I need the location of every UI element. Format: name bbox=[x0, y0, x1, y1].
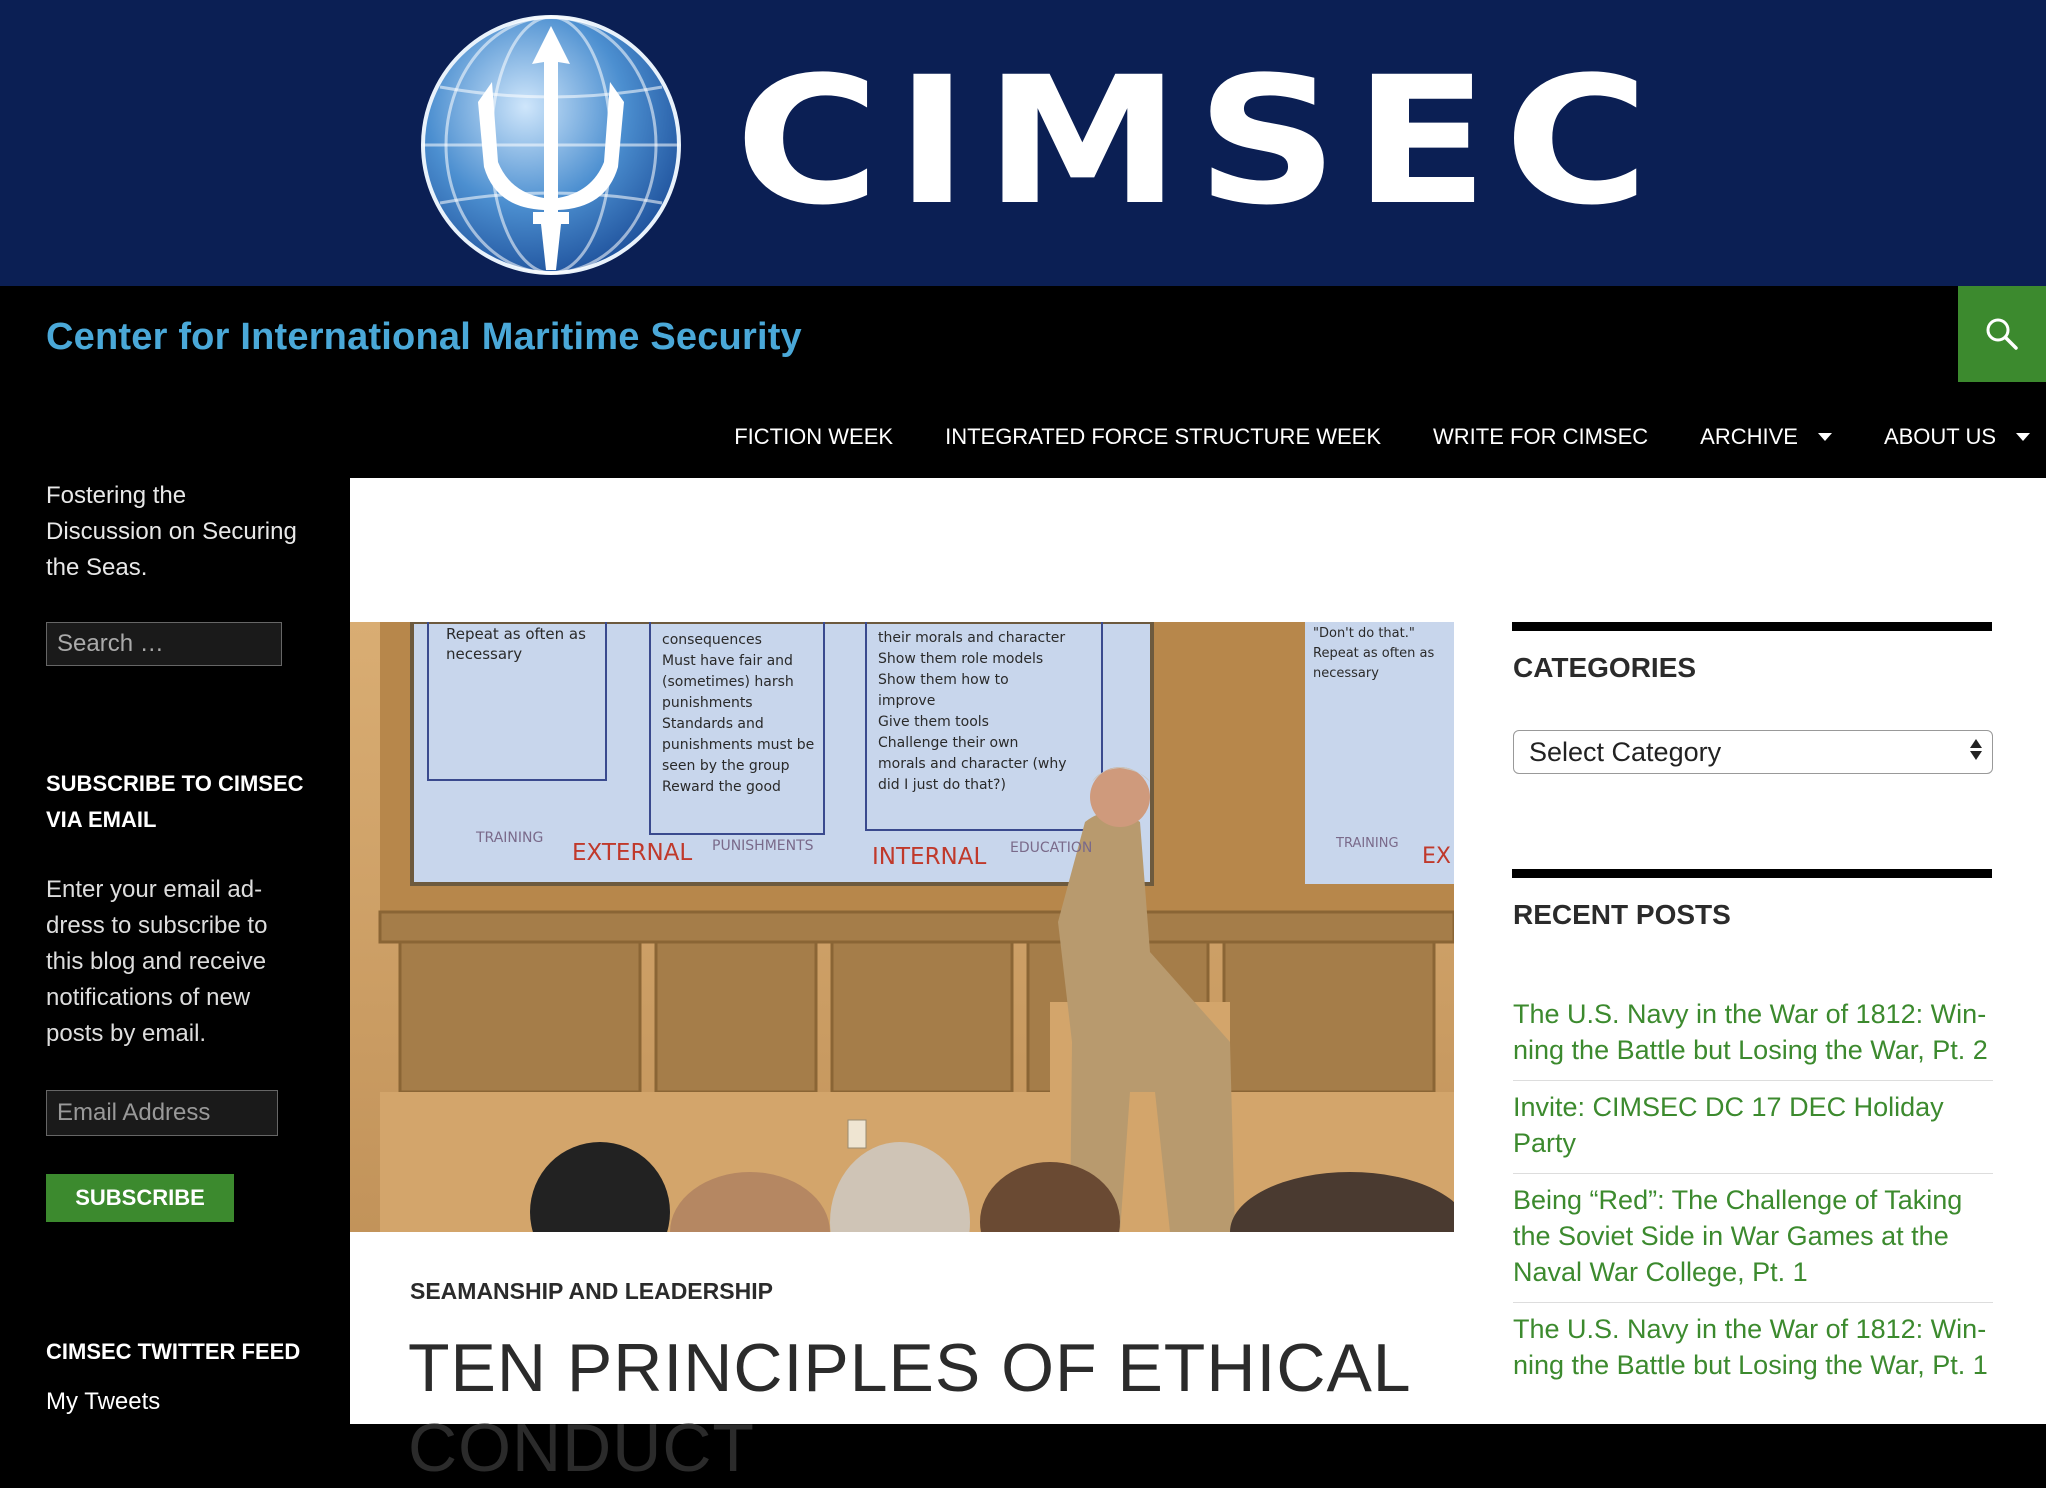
nav-item-write-for-cimsec[interactable]: WRITE FOR CIMSEC bbox=[1433, 424, 1648, 450]
chevron-down-icon bbox=[1817, 433, 1832, 441]
subscribe-button[interactable]: SUBSCRIBE bbox=[46, 1174, 234, 1222]
nav-item-archive[interactable]: ARCHIVE bbox=[1700, 424, 1832, 450]
featured-image[interactable]: Repeat as often as necessary consequence… bbox=[350, 622, 1454, 1232]
recent-posts-title: RECENT POSTS bbox=[1513, 899, 1731, 930]
category-select[interactable]: Select Category bbox=[1513, 730, 1993, 774]
slide-label-external: EXTERNAL bbox=[572, 840, 693, 866]
recent-post-link[interactable]: Invite: CIMSEC DC 17 DEC Holiday Party bbox=[1513, 1089, 1993, 1161]
right-sidebar: CATEGORIES Select Category RECENT POSTS … bbox=[1510, 478, 2046, 1424]
slide-text: (sometimes) harsh bbox=[662, 674, 794, 690]
slide-text: Give them tools bbox=[878, 714, 989, 730]
select-arrows-icon bbox=[1970, 739, 1982, 760]
slide-label-training: TRAINING bbox=[476, 830, 544, 846]
chevron-down-icon bbox=[2016, 433, 2030, 441]
recent-post-link[interactable]: The U.S. Navy in the War of 1812: Win­ni… bbox=[1513, 1311, 1993, 1383]
list-item: Invite: CIMSEC DC 17 DEC Holiday Party bbox=[1513, 1081, 1993, 1174]
masthead: Center for International Maritime Securi… bbox=[0, 286, 2046, 478]
nav-item-fiction-week[interactable]: FICTION WEEK bbox=[734, 424, 893, 450]
category-select-value: Select Category bbox=[1529, 736, 1722, 767]
slide-text: necessary bbox=[1313, 666, 1379, 681]
slide-text: Repeat as often as bbox=[446, 625, 586, 643]
primary-nav: FICTION WEEK INTEGRATED FORCE STRUCTURE … bbox=[734, 406, 2046, 468]
widget-divider bbox=[1512, 622, 1992, 631]
slide-column-3: their morals and character Show them rol… bbox=[878, 628, 1098, 796]
slide-text: "Don't do that." bbox=[1313, 626, 1415, 641]
categories-title: CATEGORIES bbox=[1513, 652, 1697, 683]
slide-text: necessary bbox=[446, 645, 523, 663]
list-item: Being “Red”: The Challenge of Taking the… bbox=[1513, 1174, 1993, 1303]
slide-text: Show them how to bbox=[878, 672, 1009, 688]
widget-divider bbox=[1512, 869, 1992, 878]
nav-item-integrated-force-structure-week[interactable]: INTEGRATED FORCE STRUCTURE WEEK bbox=[945, 424, 1381, 450]
email-field[interactable] bbox=[46, 1090, 278, 1136]
slide-column-2: consequences Must have fair and (sometim… bbox=[662, 630, 822, 798]
nav-label: INTEGRATED FORCE STRUCTURE WEEK bbox=[945, 424, 1382, 449]
slide-label-training-2: TRAINING bbox=[1336, 836, 1399, 851]
main-content: Repeat as often as necessary consequence… bbox=[350, 478, 1510, 1486]
slide-text: morals and character (why bbox=[878, 756, 1067, 772]
recent-posts-list: The U.S. Navy in the War of 1812: Win­ni… bbox=[1513, 988, 1993, 1395]
slide-text: Reward the good bbox=[662, 779, 781, 795]
slide-label-internal: INTERNAL bbox=[872, 844, 987, 870]
slide-text: punishments must be bbox=[662, 737, 815, 753]
slide-text: improve bbox=[878, 693, 936, 709]
slide-text: punishments bbox=[662, 695, 753, 711]
slide-column-4: "Don't do that." Repeat as often as nece… bbox=[1313, 624, 1453, 684]
slide-text: Standards and bbox=[662, 716, 764, 732]
search-toggle-button[interactable] bbox=[1958, 286, 2046, 382]
my-tweets-link[interactable]: My Tweets bbox=[46, 1388, 160, 1416]
slide-text: Repeat as often as bbox=[1313, 646, 1435, 661]
slide-label-education: EDUCATION bbox=[1010, 840, 1093, 856]
slide-column-1: Repeat as often as necessary bbox=[446, 624, 596, 664]
slide-text: did I just do that?) bbox=[878, 777, 1006, 793]
slide-text: consequences bbox=[662, 632, 762, 648]
recent-post-link[interactable]: The U.S. Navy in the War of 1812: Win­ni… bbox=[1513, 996, 1993, 1068]
slide-label-punishments: PUNISHMENTS bbox=[712, 838, 814, 854]
cimsec-wordmark: CIMSEC bbox=[735, 39, 1665, 244]
list-item: The U.S. Navy in the War of 1812: Win­ni… bbox=[1513, 1303, 1993, 1395]
site-title-link[interactable]: Center for International Maritime Securi… bbox=[46, 316, 802, 359]
nav-label: ABOUT US bbox=[1883, 424, 1996, 449]
slide-text: seen by the group bbox=[662, 758, 790, 774]
trident-globe-logo bbox=[421, 15, 681, 275]
list-item: The U.S. Navy in the War of 1812: Win­ni… bbox=[1513, 988, 1993, 1081]
search-input[interactable] bbox=[46, 622, 282, 666]
slide-text: their morals and character bbox=[878, 630, 1066, 646]
nav-label: WRITE FOR CIMSEC bbox=[1433, 424, 1649, 449]
search-icon bbox=[1986, 318, 2018, 350]
subscribe-description: Enter your email ad­dress to subscribe t… bbox=[46, 876, 268, 1047]
nav-label: FICTION WEEK bbox=[734, 424, 894, 449]
post-title[interactable]: TEN PRINCIPLES OF ETHICAL CONDUCT bbox=[408, 1328, 1468, 1488]
slide-text: Challenge their own bbox=[878, 735, 1019, 751]
slide-text: Must have fair and bbox=[662, 653, 793, 669]
site-tagline: Fostering the Discussion on Securing the… bbox=[46, 482, 297, 581]
twitter-widget-title: CIMSEC TWITTER FEED bbox=[46, 1339, 301, 1364]
recent-post-link[interactable]: Being “Red”: The Challenge of Taking the… bbox=[1513, 1182, 1993, 1290]
nav-label: ARCHIVE bbox=[1700, 424, 1798, 449]
left-sidebar: Fostering the Discussion on Securing the… bbox=[0, 478, 350, 1424]
slide-label-ext: EX bbox=[1422, 844, 1451, 869]
post-category-link[interactable]: SEAMANSHIP AND LEADERSHIP bbox=[410, 1278, 773, 1305]
nav-item-about-us[interactable]: ABOUT US bbox=[1884, 424, 2030, 450]
subscribe-widget-title: SUBSCRIBE TO CIMSEC VIA EMAIL bbox=[46, 771, 304, 832]
site-banner[interactable]: CIMSEC bbox=[0, 0, 2046, 286]
slide-text: Show them role models bbox=[878, 651, 1044, 667]
